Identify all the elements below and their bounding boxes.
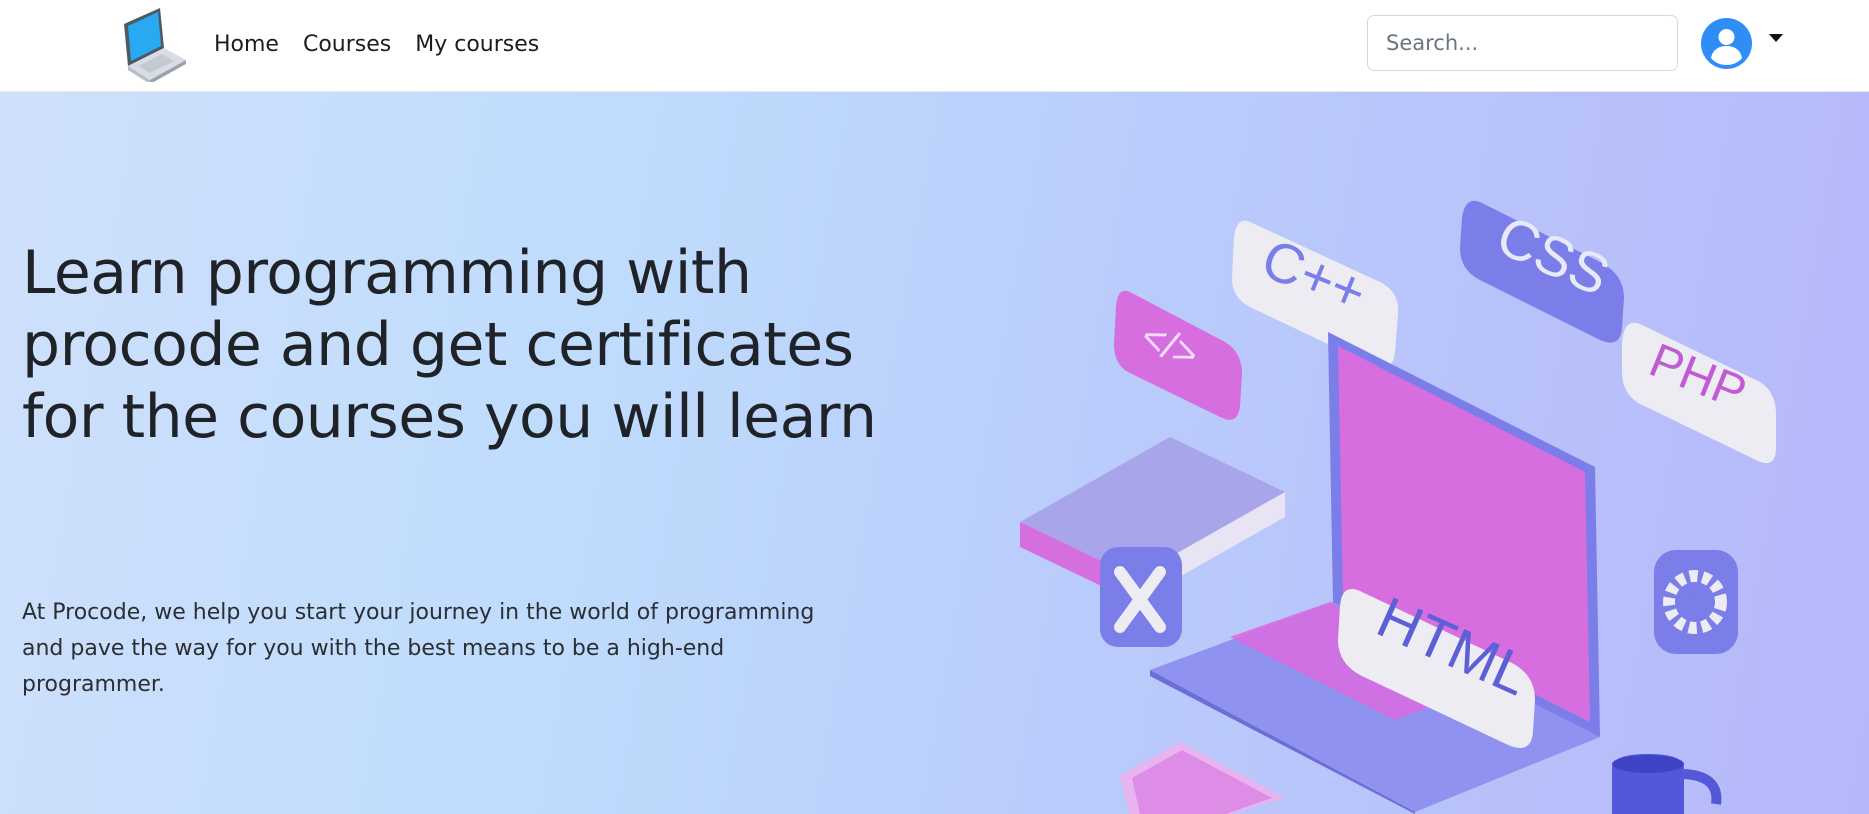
code-tag-tile: </> bbox=[1114, 290, 1242, 420]
caret-down-icon bbox=[1769, 34, 1783, 42]
programming-illustration: C++ CSS PHP </> HTML bbox=[1020, 200, 1776, 814]
hero-title: Learn programming with procode and get c… bbox=[22, 238, 877, 452]
search-input[interactable] bbox=[1367, 15, 1678, 71]
laptop-icon[interactable] bbox=[116, 4, 188, 82]
user-menu-toggle[interactable] bbox=[1701, 18, 1783, 70]
user-avatar-icon[interactable] bbox=[1701, 18, 1752, 69]
cup-icon bbox=[1612, 754, 1722, 814]
css-tile: CSS bbox=[1460, 200, 1624, 343]
x-tile bbox=[1100, 547, 1182, 647]
nav-courses-link[interactable]: Courses bbox=[303, 28, 391, 62]
gear-icon bbox=[1654, 550, 1738, 654]
phone-illustration bbox=[1120, 742, 1285, 814]
nav-home-link[interactable]: Home bbox=[214, 28, 279, 62]
top-navbar: Home Courses My courses bbox=[0, 0, 1869, 92]
nav-my-courses-link[interactable]: My courses bbox=[415, 28, 539, 62]
cpp-tile: C++ bbox=[1232, 220, 1399, 368]
php-tile: PHP bbox=[1622, 322, 1776, 464]
main-nav: Home Courses My courses bbox=[214, 28, 539, 62]
hero-description: At Procode, we help you start your journ… bbox=[22, 600, 815, 697]
